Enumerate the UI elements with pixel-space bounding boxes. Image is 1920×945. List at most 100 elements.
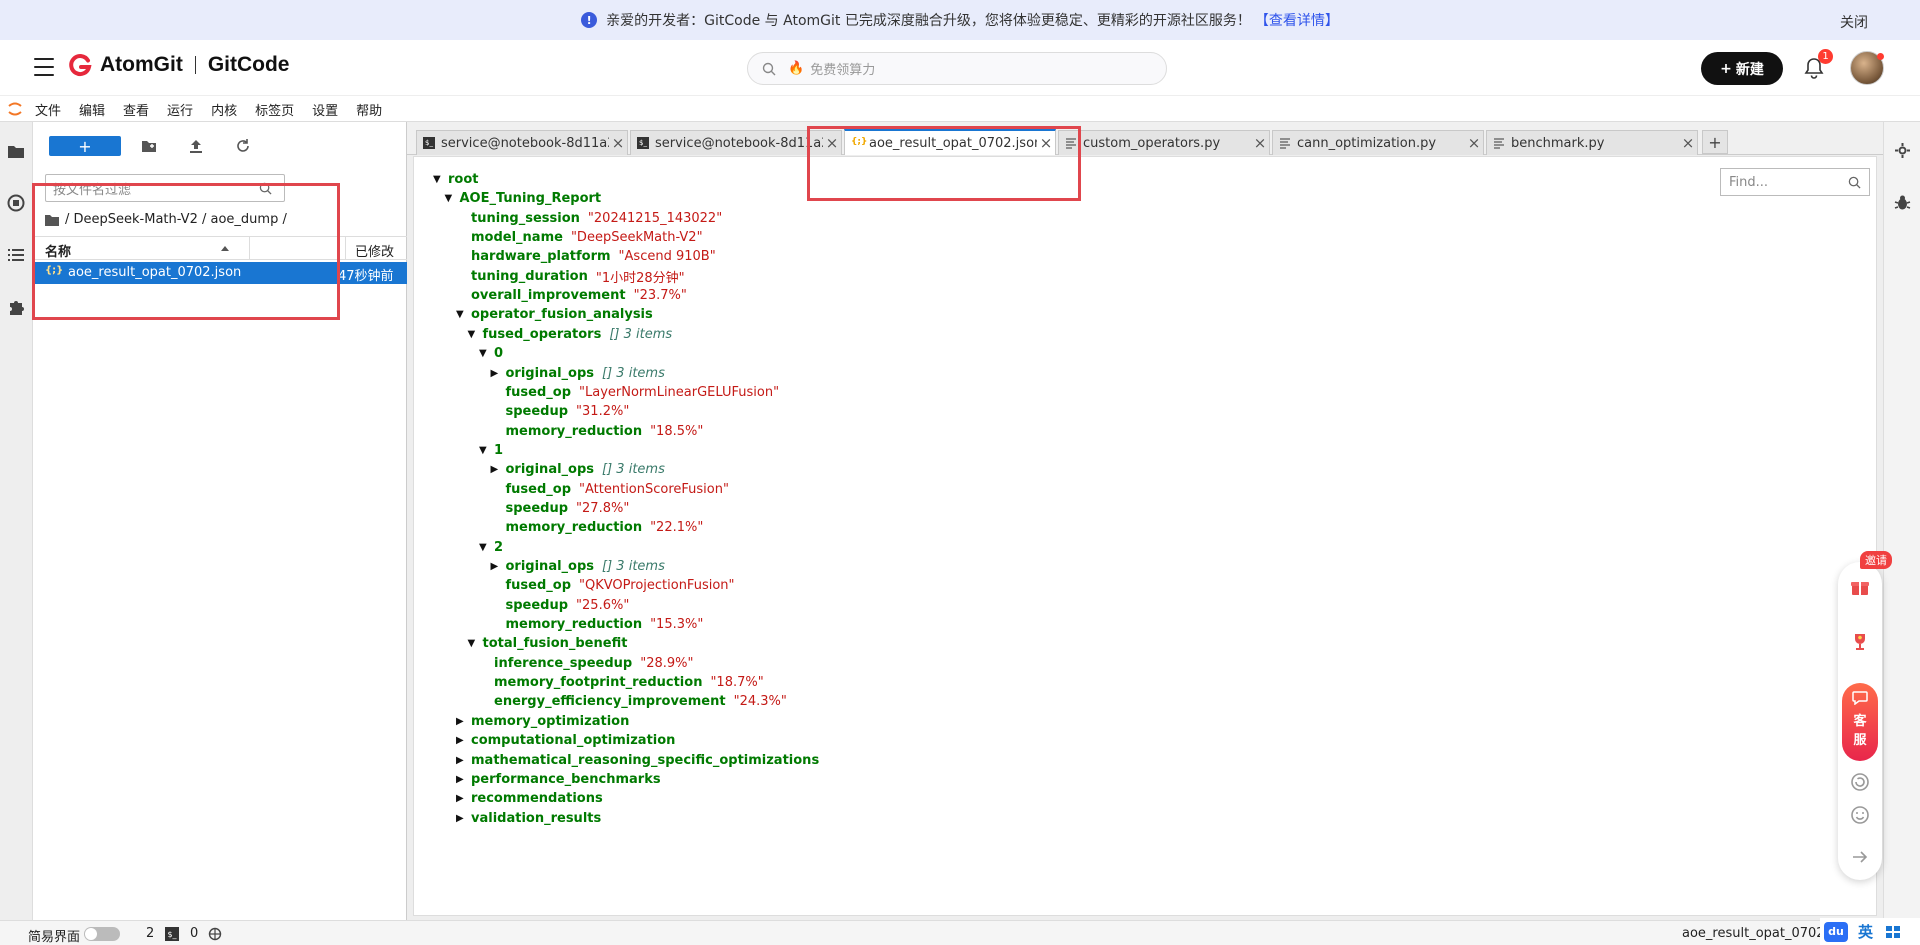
breadcrumb-path[interactable]: / DeepSeek-Math-V2 / aoe_dump / <box>65 212 287 227</box>
new-button[interactable]: + 新建 <box>1701 52 1783 85</box>
keyboard-icon[interactable] <box>1885 925 1901 939</box>
brand-logo[interactable]: AtomGit GitCode <box>68 53 290 77</box>
trophy-icon[interactable] <box>1849 631 1871 653</box>
simple-mode-toggle[interactable] <box>84 927 120 941</box>
ime-language[interactable]: 英 <box>1858 921 1873 942</box>
property-inspector-gear-icon[interactable] <box>1894 142 1911 159</box>
column-name-header[interactable]: 名称 <box>45 241 71 260</box>
caret-right-icon[interactable]: ▶ <box>491 368 503 379</box>
file-filter-input[interactable]: 按文件名过滤 <box>45 174 285 202</box>
close-icon[interactable]: × <box>609 134 627 152</box>
smiley-face-icon[interactable] <box>1849 804 1871 826</box>
table-of-contents-icon[interactable] <box>7 246 25 264</box>
json-tree-node[interactable]: ▼ 2 <box>479 538 511 557</box>
menu-file[interactable]: 文件 <box>35 100 61 119</box>
gift-icon[interactable] <box>1849 576 1871 598</box>
breadcrumb[interactable]: / DeepSeek-Math-V2 / aoe_dump / <box>45 212 287 227</box>
current-file-name[interactable]: aoe_result_opat_0702. <box>1682 926 1829 941</box>
debugger-bug-icon[interactable] <box>1894 194 1911 211</box>
caret-down-icon[interactable]: ▼ <box>479 348 491 359</box>
caret-down-icon[interactable]: ▼ <box>479 445 491 456</box>
folder-icon[interactable] <box>7 142 25 160</box>
json-tree-node[interactable]: ▶ mathematical_reasoning_specific_optimiz… <box>456 751 827 770</box>
caret-right-icon[interactable]: ▶ <box>456 755 468 766</box>
extensions-puzzle-icon[interactable] <box>7 298 25 316</box>
close-icon[interactable]: × <box>823 134 841 152</box>
json-tree-node[interactable]: ▼ AOE_Tuning_Report <box>445 189 610 208</box>
menu-run[interactable]: 运行 <box>167 100 193 119</box>
json-string-value: "28.9%" <box>640 655 694 671</box>
json-tree-node[interactable]: ▶ performance_benchmarks <box>456 770 669 789</box>
menu-view[interactable]: 查看 <box>123 100 149 119</box>
json-find-input[interactable]: Find... <box>1720 168 1870 196</box>
column-modified-header[interactable]: 已修改 <box>355 241 394 260</box>
caret-down-icon[interactable]: ▼ <box>445 193 457 204</box>
json-tree-node[interactable]: ▶ memory_optimization <box>456 712 637 731</box>
tab-benchmark[interactable]: benchmark.py × <box>1486 130 1698 155</box>
caret-down-icon[interactable]: ▼ <box>468 638 480 649</box>
caret-right-icon[interactable]: ▶ <box>491 561 503 572</box>
json-tree-node[interactable]: ▶ recommendations <box>456 789 611 808</box>
json-tree-node[interactable]: ▶ validation_results <box>456 809 609 828</box>
json-tree-node[interactable]: ▼ total_fusion_benefit <box>468 634 636 653</box>
input-method-indicator[interactable]: du 英 <box>1820 918 1920 945</box>
tab-cann-optimization[interactable]: cann_optimization.py × <box>1272 130 1484 155</box>
json-tree-node[interactable]: ▼ root <box>433 170 487 189</box>
json-tree-node[interactable]: ▶ original_ops [] 3 items <box>491 364 665 383</box>
hamburger-menu-icon[interactable] <box>34 58 54 76</box>
json-tree-node[interactable]: ▼ 0 <box>479 344 511 363</box>
menu-help[interactable]: 帮助 <box>356 100 382 119</box>
global-search-input[interactable]: 🔥 免费领算力 <box>747 52 1167 85</box>
json-key: speedup <box>505 404 569 420</box>
tab-json-active[interactable]: {;} aoe_result_opat_0702.json × <box>844 129 1056 155</box>
banner-details-link[interactable]: 【查看详情】 <box>1255 10 1339 30</box>
arrow-right-icon[interactable] <box>1849 846 1871 868</box>
json-tree-node[interactable]: ▼ fused_operators [] 3 items <box>468 325 673 344</box>
running-sessions-icon[interactable] <box>7 194 25 212</box>
close-icon[interactable]: × <box>1465 134 1483 152</box>
menu-settings[interactable]: 设置 <box>312 100 338 119</box>
close-icon[interactable]: × <box>1251 134 1269 152</box>
tab-terminal-1[interactable]: $_ service@notebook-8d11a2 × <box>416 130 628 155</box>
caret-right-icon[interactable]: ▶ <box>456 774 468 785</box>
json-string-value: "QKVOProjectionFusion" <box>579 578 735 594</box>
column-divider[interactable] <box>249 237 250 259</box>
json-tree-node: tuning_session "20241215_143022" <box>456 209 722 228</box>
column-divider[interactable] <box>345 237 346 259</box>
customer-service-button[interactable]: 客 服 <box>1842 683 1878 761</box>
json-tree-node[interactable]: ▶ original_ops [] 3 items <box>491 460 665 479</box>
refresh-icon[interactable] <box>235 138 251 154</box>
terminal-icon[interactable]: $_ <box>165 927 179 941</box>
caret-right-icon[interactable]: ▶ <box>456 793 468 804</box>
json-tree-node[interactable]: ▶ computational_optimization <box>456 731 683 750</box>
add-tab-plus-icon[interactable]: + <box>1702 130 1728 154</box>
caret-down-icon[interactable]: ▼ <box>456 309 468 320</box>
close-icon[interactable]: × <box>1037 134 1055 152</box>
menu-edit[interactable]: 编辑 <box>79 100 105 119</box>
caret-down-icon[interactable]: ▼ <box>433 174 445 185</box>
tab-terminal-2[interactable]: $_ service@notebook-8d11a2 × <box>630 130 842 155</box>
upload-icon[interactable] <box>188 138 204 154</box>
file-list-item[interactable]: {;} aoe_result_opat_0702.json 47秒钟前 <box>33 262 407 284</box>
menu-tabs[interactable]: 标签页 <box>255 100 294 119</box>
caret-right-icon[interactable]: ▶ <box>456 735 468 746</box>
caret-right-icon[interactable]: ▶ <box>456 716 468 727</box>
caret-right-icon[interactable]: ▶ <box>456 813 468 824</box>
caret-down-icon[interactable]: ▼ <box>479 542 491 553</box>
refresh-circle-icon[interactable] <box>1849 771 1871 793</box>
menu-kernel[interactable]: 内核 <box>211 100 237 119</box>
new-launcher-button[interactable]: + <box>49 136 121 156</box>
banner-close-button[interactable]: 关闭 <box>1840 12 1868 32</box>
json-tree-node[interactable]: ▶ original_ops [] 3 items <box>491 557 665 576</box>
json-tree-node[interactable]: ▼ operator_fusion_analysis <box>456 305 661 324</box>
tab-custom-operators[interactable]: custom_operators.py × <box>1058 130 1270 155</box>
invite-badge[interactable]: 邀请 <box>1860 551 1892 569</box>
caret-down-icon[interactable]: ▼ <box>468 329 480 340</box>
caret-right-icon[interactable]: ▶ <box>491 464 503 475</box>
json-string-value: "15.3%" <box>650 617 704 633</box>
new-folder-icon[interactable] <box>141 138 157 154</box>
json-tree-node[interactable]: ▼ 1 <box>479 441 511 460</box>
json-key: operator_fusion_analysis <box>471 307 653 323</box>
kernel-chip-icon[interactable] <box>208 927 222 941</box>
close-icon[interactable]: × <box>1679 134 1697 152</box>
